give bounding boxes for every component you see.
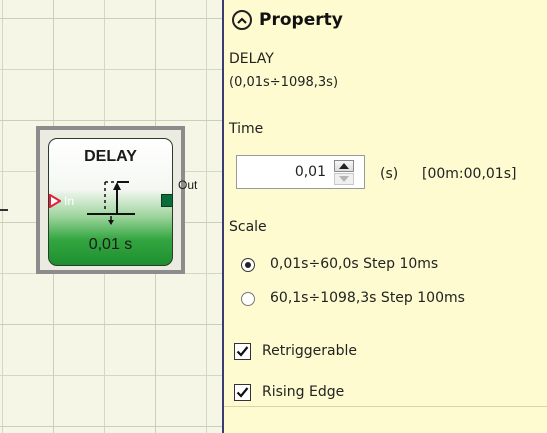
- time-spinner[interactable]: [334, 160, 354, 185]
- time-input-value: 0,01: [294, 164, 326, 180]
- time-input[interactable]: 0,01: [236, 155, 365, 189]
- spin-down-button[interactable]: [334, 173, 354, 185]
- panel-title: Property: [259, 10, 343, 30]
- scale-radio-2[interactable]: [241, 292, 255, 306]
- time-formatted: [00m:00,01s]: [422, 166, 517, 182]
- scale-option-1-label[interactable]: 0,01s÷60,0s Step 10ms: [270, 256, 438, 272]
- checkmark-icon: [236, 346, 249, 357]
- delay-pulse-icon: [87, 181, 135, 225]
- scale-option-2-label[interactable]: 60,1s÷1098,3s Step 100ms: [270, 290, 465, 306]
- checkmark-icon: [236, 387, 249, 398]
- collapse-button[interactable]: [232, 10, 252, 30]
- triangle-down-icon: [339, 176, 349, 182]
- input-port-label: In: [64, 194, 75, 208]
- block-title: DELAY: [84, 148, 137, 165]
- schematic-canvas[interactable]: DELAY In 0,01 s Out: [0, 0, 222, 433]
- wire-stub: [0, 209, 8, 211]
- time-label: Time: [229, 121, 264, 137]
- chevron-up-circle-icon: [237, 17, 247, 24]
- scale-label: Scale: [229, 219, 267, 235]
- rising-edge-checkbox[interactable]: [234, 384, 251, 401]
- scale-radio-1[interactable]: [241, 258, 255, 272]
- input-port-arrow-icon[interactable]: [49, 194, 61, 208]
- panel-divider: [224, 406, 547, 407]
- triangle-up-icon: [339, 163, 349, 169]
- time-unit: (s): [380, 166, 399, 182]
- delay-block[interactable]: DELAY In 0,01 s: [48, 138, 173, 266]
- retriggerable-checkbox[interactable]: [234, 343, 251, 360]
- property-panel: Property DELAY (0,01s÷1098,3s) Time 0,01…: [222, 0, 547, 433]
- retriggerable-label[interactable]: Retriggerable: [262, 343, 357, 359]
- time-range-text: (0,01s÷1098,3s): [229, 75, 339, 90]
- output-port-label: Out: [178, 178, 198, 192]
- rising-edge-label[interactable]: Rising Edge: [262, 384, 344, 400]
- output-port[interactable]: [161, 194, 173, 207]
- spin-up-button[interactable]: [334, 160, 354, 172]
- block-value: 0,01 s: [88, 236, 133, 253]
- component-heading: DELAY: [229, 51, 274, 67]
